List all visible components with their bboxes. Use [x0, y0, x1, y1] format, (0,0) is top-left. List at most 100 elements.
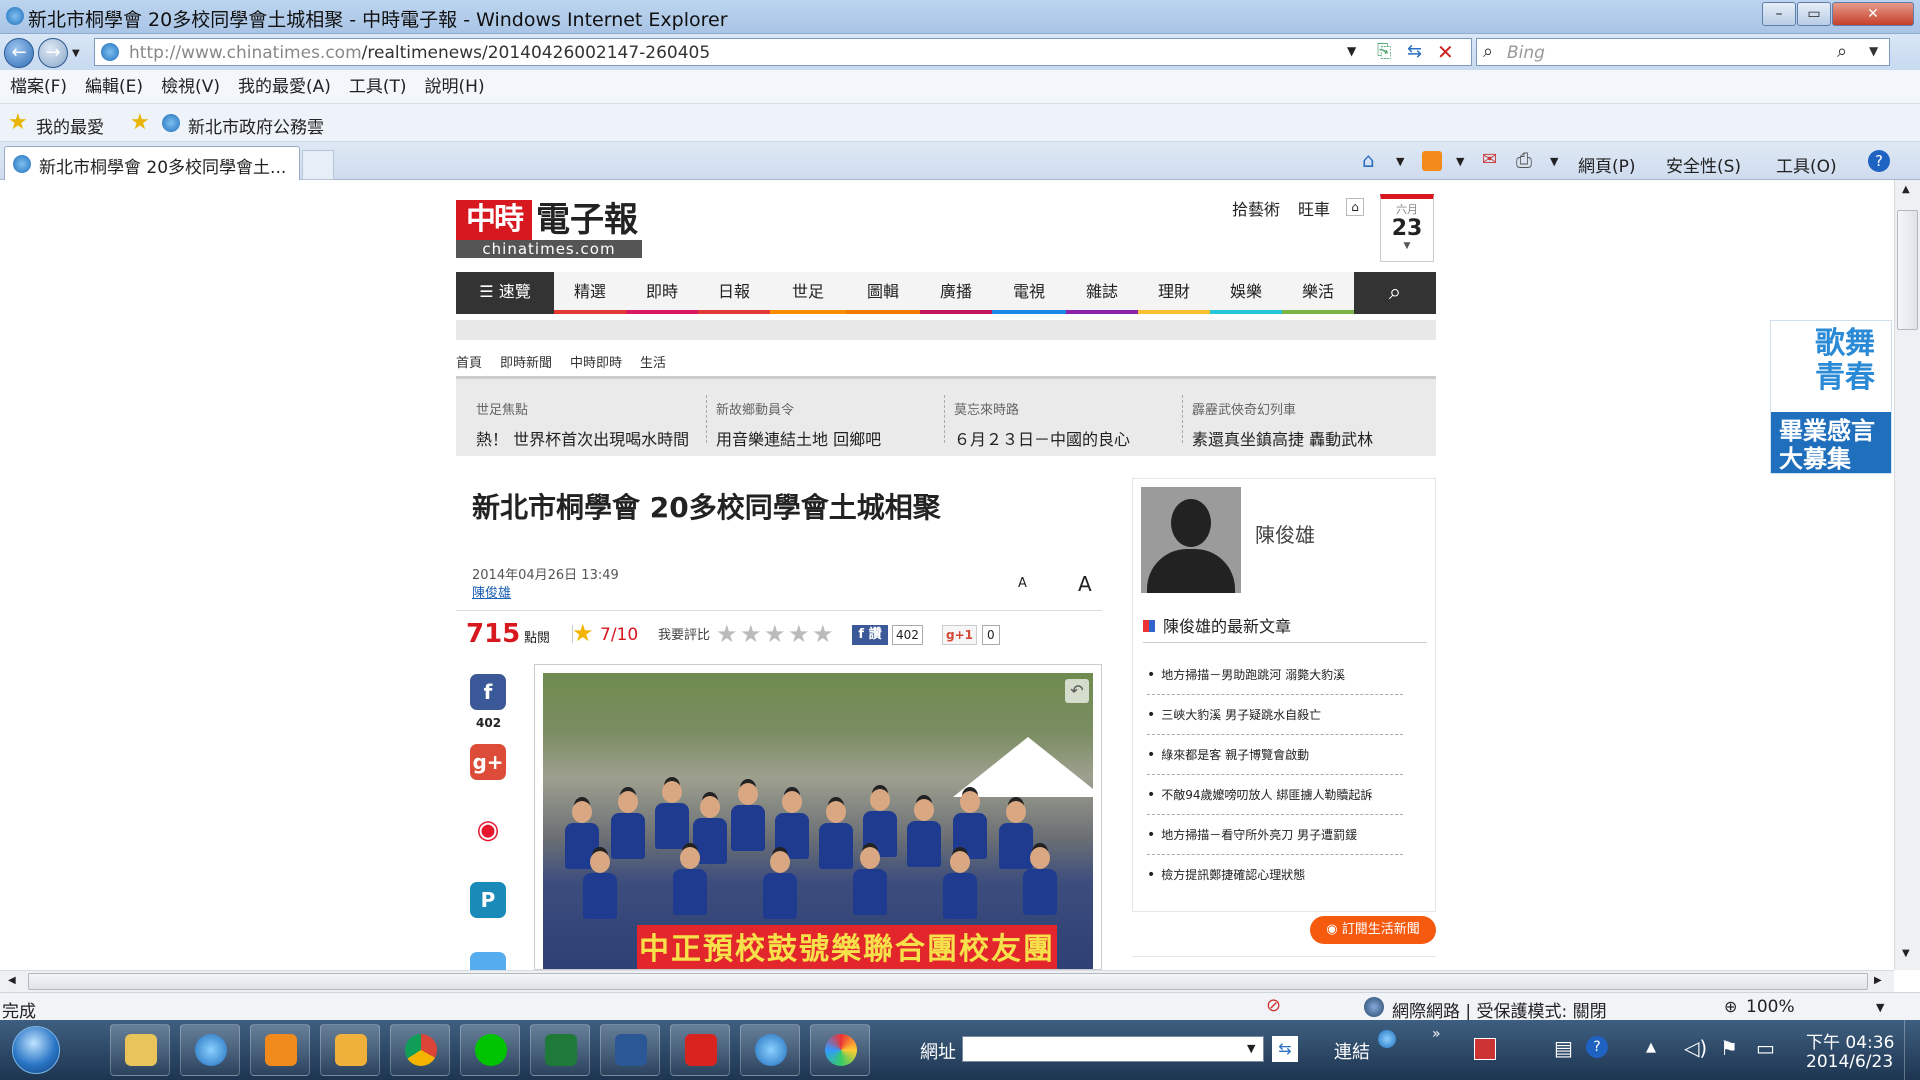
- hot-topic-title[interactable]: 熱！ 世界杯首次出現喝水時間: [476, 426, 706, 450]
- hot-topic[interactable]: 莫忘來時路 ６月２３日－中國的良心: [954, 399, 1184, 450]
- nav-item-finance[interactable]: 理財: [1138, 272, 1210, 314]
- hot-topic[interactable]: 霹靂武俠奇幻列車 素還真坐鎮高捷 轟動武林: [1192, 399, 1422, 450]
- horizontal-scroll-thumb[interactable]: [28, 973, 1868, 990]
- font-size-small-button[interactable]: A: [1018, 576, 1027, 591]
- compat-view-icon[interactable]: ⎘: [1377, 41, 1391, 62]
- tools-menu[interactable]: 工具(O): [1776, 152, 1837, 177]
- tab-current[interactable]: 新北市桐學會 20多校同學會土...: [4, 146, 300, 180]
- share-google-plus-icon[interactable]: g+: [470, 744, 506, 780]
- latest-article-link[interactable]: 三峽大豹溪 男子疑跳水自殺亡: [1147, 695, 1403, 735]
- excel-taskbar-icon[interactable]: [530, 1024, 590, 1076]
- url-dropdown-icon[interactable]: ▼: [1347, 44, 1356, 58]
- breadcrumb-home[interactable]: 首頁: [456, 356, 482, 371]
- breadcrumb-realtime[interactable]: 中時即時: [570, 356, 622, 371]
- author-avatar[interactable]: [1141, 487, 1241, 593]
- rate-star-4-icon[interactable]: ★: [788, 622, 810, 646]
- ie-taskbar-icon[interactable]: [180, 1024, 240, 1076]
- home-dropdown-icon[interactable]: ▼: [1396, 155, 1404, 168]
- favorite-link[interactable]: 新北市政府公務雲: [188, 113, 324, 138]
- menu-tools[interactable]: 工具(T): [349, 77, 407, 97]
- line-taskbar-icon[interactable]: [460, 1024, 520, 1076]
- menu-view[interactable]: 檢視(V): [161, 77, 220, 97]
- scroll-down-icon[interactable]: ▼: [1902, 948, 1910, 959]
- horizontal-scrollbar[interactable]: ◀ ▶: [0, 970, 1894, 992]
- paint-taskbar-icon[interactable]: [810, 1024, 870, 1076]
- nav-item-worldcup[interactable]: 世足: [770, 272, 846, 314]
- hot-topic-title[interactable]: 用音樂連結土地 回鄉吧: [716, 426, 946, 450]
- side-ad[interactable]: 歌舞青春 畢業感言大募集: [1770, 320, 1892, 474]
- hot-topic[interactable]: 新故鄉動員令 用音樂連結土地 回鄉吧: [716, 399, 946, 450]
- calendar-dropdown-icon[interactable]: ▼: [1381, 241, 1433, 251]
- address-bar[interactable]: http://www.chinatimes.com/realtimenews/2…: [94, 38, 1472, 66]
- font-size-large-button[interactable]: A: [1078, 572, 1092, 596]
- vertical-scroll-thumb[interactable]: [1897, 210, 1918, 330]
- top-link-car[interactable]: 旺車: [1298, 196, 1330, 220]
- date-calendar[interactable]: 六月 23 ▼: [1380, 194, 1434, 262]
- facebook-like-button[interactable]: f 讚: [852, 625, 888, 645]
- home-link-icon[interactable]: ⌂: [1346, 198, 1364, 216]
- menu-edit[interactable]: 編輯(E): [85, 77, 143, 97]
- url-text[interactable]: http://www.chinatimes.com/realtimenews/2…: [129, 43, 710, 63]
- tray-expand-icon[interactable]: ▲: [1646, 1040, 1656, 1055]
- nav-item-lifestyle[interactable]: 樂活: [1282, 272, 1354, 314]
- menu-favorites[interactable]: 我的最愛(A): [238, 77, 331, 97]
- clock-time[interactable]: 下午 04:36: [1806, 1028, 1894, 1053]
- taskbar-address-input[interactable]: ▼: [962, 1036, 1264, 1062]
- share-weibo-icon[interactable]: ◉: [470, 812, 506, 848]
- rate-star-3-icon[interactable]: ★: [764, 622, 786, 646]
- nav-item-overview[interactable]: ☰ 速覽: [456, 272, 554, 314]
- rate-star-2-icon[interactable]: ★: [740, 622, 762, 646]
- refresh-icon[interactable]: ⇆: [1407, 41, 1422, 62]
- latest-article-link[interactable]: 地方掃描－看守所外亮刀 男子遭罰鍰: [1147, 815, 1403, 855]
- forward-button[interactable]: →: [38, 38, 68, 68]
- acrobat-taskbar-icon[interactable]: [670, 1024, 730, 1076]
- hot-topic[interactable]: 世足焦點 熱！ 世界杯首次出現喝水時間: [476, 399, 706, 450]
- zoom-icon[interactable]: ⊕: [1724, 997, 1737, 1016]
- menu-help[interactable]: 說明(H): [425, 77, 485, 97]
- mail-icon[interactable]: ✉: [1482, 149, 1497, 170]
- maximize-button[interactable]: ▭: [1797, 2, 1831, 26]
- scroll-up-icon[interactable]: ▲: [1902, 184, 1910, 195]
- outlook-taskbar-icon[interactable]: [320, 1024, 380, 1076]
- search-go-icon[interactable]: ⌕: [1837, 41, 1847, 62]
- nav-item-radio[interactable]: 廣播: [920, 272, 992, 314]
- nav-item-entertainment[interactable]: 娛樂: [1210, 272, 1282, 314]
- hot-topic-title[interactable]: 素還真坐鎮高捷 轟動武林: [1192, 426, 1422, 450]
- scroll-left-icon[interactable]: ◀: [8, 975, 16, 986]
- author-name[interactable]: 陳俊雄: [1255, 519, 1315, 548]
- article-photo[interactable]: 中正預校鼓號樂聯合團校友團 ↶: [534, 664, 1102, 970]
- ie-active-taskbar-icon[interactable]: [740, 1024, 800, 1076]
- nav-item-magazine[interactable]: 雜誌: [1066, 272, 1138, 314]
- zoom-level[interactable]: 100%: [1746, 997, 1795, 1017]
- feeds-icon[interactable]: [1422, 151, 1442, 171]
- share-plurk-icon[interactable]: P: [470, 882, 506, 918]
- home-icon[interactable]: ⌂: [1362, 148, 1375, 172]
- zoom-dropdown-icon[interactable]: ▼: [1876, 1001, 1884, 1014]
- links-ie-icon[interactable]: [1378, 1030, 1396, 1048]
- action-center-flag-icon[interactable]: ⚑: [1720, 1036, 1738, 1060]
- tray-app-icon[interactable]: [1474, 1038, 1496, 1060]
- share-facebook-icon[interactable]: f: [470, 674, 506, 710]
- latest-article-link[interactable]: 檢方提訊鄭捷確認心理狀態: [1147, 855, 1403, 895]
- favorites-button[interactable]: 我的最愛: [36, 113, 104, 138]
- latest-article-link[interactable]: 綠來都是客 親子博覽會啟動: [1147, 735, 1403, 775]
- add-favorite-icon[interactable]: ★: [130, 110, 150, 135]
- top-link-art[interactable]: 拾藝術: [1232, 196, 1280, 220]
- page-menu[interactable]: 網頁(P): [1578, 152, 1636, 177]
- search-box[interactable]: ⌕ Bing ⌕ ▼: [1476, 38, 1890, 66]
- photo-replay-icon[interactable]: ↶: [1065, 679, 1089, 703]
- address-go-icon[interactable]: ⇆: [1272, 1036, 1298, 1062]
- menu-file[interactable]: 檔案(F): [10, 77, 67, 97]
- latest-article-link[interactable]: 不敵94歲嬤嗙叨放人 綁匪擄人勒贖起訴: [1147, 775, 1403, 815]
- share-twitter-icon[interactable]: [470, 952, 506, 970]
- nav-item-featured[interactable]: 精選: [554, 272, 626, 314]
- article-author-link[interactable]: 陳俊雄: [472, 582, 511, 601]
- security-zone[interactable]: 網際網路 | 受保護模式: 關閉: [1392, 997, 1607, 1022]
- stop-icon[interactable]: ✕: [1437, 40, 1454, 64]
- rate-star-5-icon[interactable]: ★: [812, 622, 834, 646]
- hot-topic-title[interactable]: ６月２３日－中國的良心: [954, 426, 1184, 450]
- breadcrumb-news[interactable]: 即時新聞: [500, 356, 552, 371]
- new-tab-button[interactable]: [302, 150, 334, 180]
- explorer-taskbar-icon[interactable]: [110, 1024, 170, 1076]
- nav-item-tv[interactable]: 電視: [992, 272, 1066, 314]
